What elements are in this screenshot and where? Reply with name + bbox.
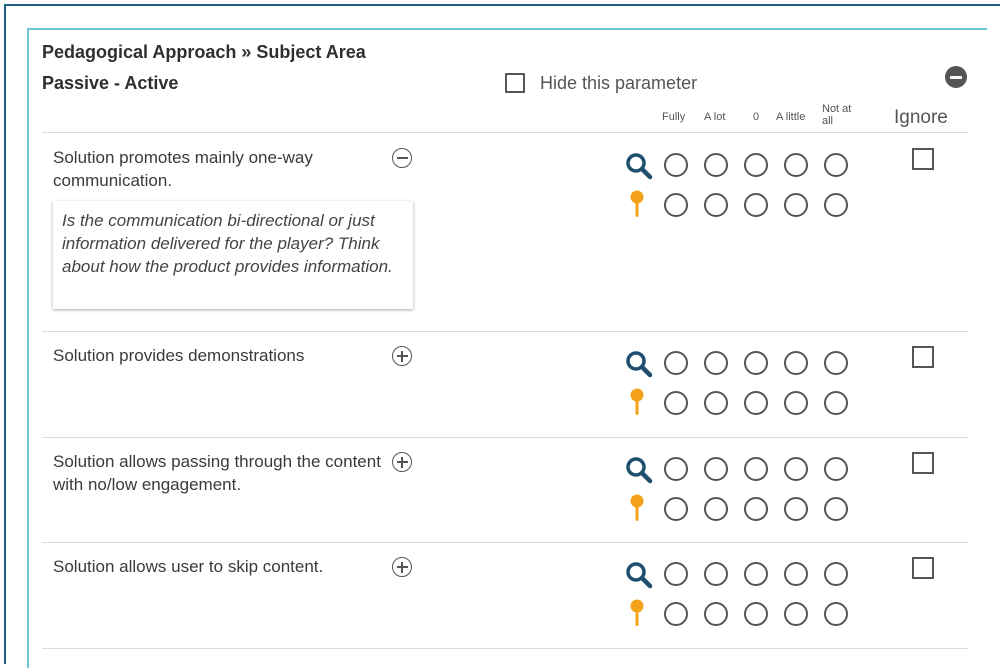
rating-radio-search[interactable] [824,351,848,375]
pin-icon [629,599,645,627]
ignore-checkbox[interactable] [912,148,934,170]
search-icon [625,456,653,484]
rating-radio-pin[interactable] [784,391,808,415]
col-header-not-at-all: Not at all [822,103,851,127]
rating-radio-pin[interactable] [704,193,728,217]
rating-radio-pin[interactable] [824,391,848,415]
rating-radio-pin[interactable] [824,193,848,217]
collapse-question-icon[interactable] [392,148,412,168]
rating-radio-search[interactable] [784,457,808,481]
question-text: Solution allows user to skip content. [53,557,324,576]
rating-radio-search[interactable] [704,351,728,375]
search-icon [625,152,653,180]
col-header-fully: Fully [662,111,686,123]
rating-radio-pin[interactable] [664,602,688,626]
search-icon [625,350,653,378]
rating-radio-pin[interactable] [704,602,728,626]
expand-question-icon[interactable] [392,557,412,577]
rating-radio-pin[interactable] [824,602,848,626]
rating-radio-search[interactable] [784,153,808,177]
rating-radio-search[interactable] [784,562,808,586]
rating-radio-search[interactable] [744,562,768,586]
rating-radio-search[interactable] [824,153,848,177]
rating-radio-search[interactable] [744,457,768,481]
rating-radio-search[interactable] [664,153,688,177]
expand-question-icon[interactable] [392,452,412,472]
search-icon [625,561,653,589]
ignore-checkbox[interactable] [912,557,934,579]
row-divider [42,648,968,649]
rating-radio-search[interactable] [744,351,768,375]
expand-question-icon[interactable] [392,346,412,366]
rating-radio-pin[interactable] [784,193,808,217]
collapse-panel-icon[interactable] [945,66,967,88]
rating-radio-pin[interactable] [744,193,768,217]
row-divider [42,542,968,543]
row-divider [42,331,968,332]
header-divider [42,132,968,133]
rating-radio-pin[interactable] [664,193,688,217]
rating-radio-search[interactable] [664,351,688,375]
rating-radio-pin[interactable] [744,497,768,521]
question-hint: Is the communication bi-directional or j… [53,201,413,309]
col-header-not-at-all-line1: Not at [822,103,852,115]
parameter-title: Passive - Active [42,73,179,93]
rating-radio-search[interactable] [704,153,728,177]
question-text: Solution provides demonstrations [53,346,305,365]
rating-radio-search[interactable] [664,562,688,586]
question-text: Solution promotes mainly one-way communi… [53,148,313,190]
rating-radio-search[interactable] [704,457,728,481]
ignore-checkbox[interactable] [912,346,934,368]
col-header-a-lot: A lot [704,111,726,123]
rating-radio-pin[interactable] [784,497,808,521]
pin-icon [629,388,645,416]
rating-radio-pin[interactable] [664,391,688,415]
rating-radio-pin[interactable] [824,497,848,521]
rating-radio-search[interactable] [824,562,848,586]
col-header-ignore: Ignore [894,107,948,128]
rating-radio-pin[interactable] [664,497,688,521]
rating-radio-pin[interactable] [744,391,768,415]
rating-radio-search[interactable] [824,457,848,481]
rating-radio-search[interactable] [784,351,808,375]
rating-radio-pin[interactable] [784,602,808,626]
row-divider [42,437,968,438]
rating-radio-search[interactable] [704,562,728,586]
ignore-checkbox[interactable] [912,452,934,474]
hide-parameter-label[interactable]: Hide this parameter [540,73,697,94]
pin-icon [629,190,645,218]
rating-radio-pin[interactable] [704,391,728,415]
rating-radio-pin[interactable] [744,602,768,626]
col-header-a-little: A little [776,111,806,123]
col-header-zero: 0 [753,111,760,123]
rating-radio-search[interactable] [664,457,688,481]
col-header-not-at-all-line2: all [822,115,834,127]
pin-icon [629,494,645,522]
rating-radio-pin[interactable] [704,497,728,521]
breadcrumb: Pedagogical Approach » Subject Area [42,42,366,62]
rating-radio-search[interactable] [744,153,768,177]
question-text: Solution allows passing through the cont… [53,452,381,494]
hide-parameter-checkbox[interactable] [505,73,525,93]
